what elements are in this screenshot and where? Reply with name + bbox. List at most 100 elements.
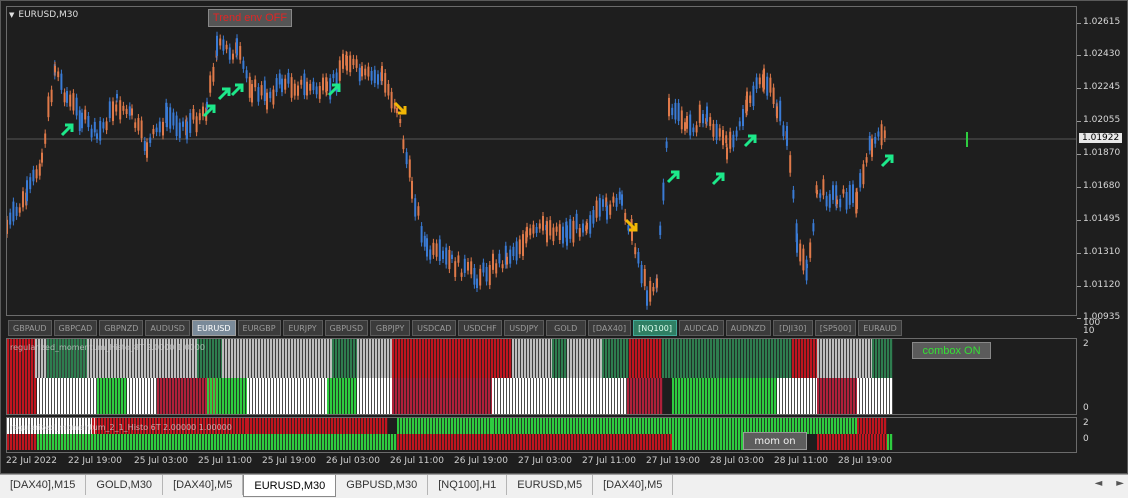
histogram-bar [696, 378, 699, 414]
histogram-bar [609, 378, 612, 414]
symbol-button-gold[interactable]: GOLD [545, 320, 586, 336]
histogram-bar [442, 434, 445, 450]
histogram-bar [564, 418, 567, 434]
histogram-bar [543, 378, 546, 414]
symbol-button-gbpaud[interactable]: GBPAUD [8, 320, 52, 336]
histogram-bar [838, 339, 841, 378]
histogram-bar [810, 378, 813, 414]
histogram-bar [820, 339, 823, 378]
indicator-pane-2[interactable]: regularized_momentum_2_1_Histo 6T 2.0000… [6, 417, 1077, 453]
candle-body [729, 131, 732, 149]
candle-body [566, 225, 568, 246]
histogram-bar [513, 378, 516, 414]
scroll-right-icon[interactable]: ► [1116, 478, 1124, 489]
symbol-button-usdjpy[interactable]: USDJPY [503, 320, 544, 336]
histogram-bar [618, 418, 621, 434]
histogram-bar [729, 434, 732, 450]
indicator-pane-1[interactable]: regularized_momentum_Histo_8T 2.0000 1.0… [6, 338, 1077, 415]
combox-toggle-button[interactable]: combox ON [912, 342, 991, 359]
time-label: 26 Jul 19:00 [454, 456, 508, 466]
histogram-bar [672, 434, 675, 450]
histogram-bar [652, 434, 655, 450]
candle-body [615, 197, 618, 207]
candle-body [66, 90, 68, 103]
symbol-button-sp500[interactable]: [SP500] [814, 320, 857, 336]
histogram-bar [372, 378, 375, 414]
histogram-bar [124, 434, 127, 450]
histogram-bar [391, 434, 394, 450]
symbol-button-euraud[interactable]: EURAUD [858, 320, 902, 336]
histogram-bar [103, 434, 106, 450]
up-arrow-icon [880, 154, 894, 168]
histogram-bar [401, 378, 404, 414]
chart-tab[interactable]: EURUSD,M30 [243, 475, 337, 497]
price-label: 1.02055 [1083, 115, 1121, 125]
histogram-bar [582, 418, 585, 434]
symbol-button-eurgbp[interactable]: EURGBP [237, 320, 281, 336]
chart-tab[interactable]: [DAX40],M5 [593, 475, 674, 495]
candle-body [656, 278, 658, 288]
histogram-bar [591, 378, 594, 414]
symbol-button-audcad[interactable]: AUDCAD [678, 320, 724, 336]
histogram-bar [738, 418, 741, 434]
histogram-bar [644, 339, 647, 378]
histogram-bar [695, 339, 698, 378]
histogram-bar [625, 434, 628, 450]
symbol-button-eurjpy[interactable]: EURJPY [282, 320, 323, 336]
symbol-button-audnzd[interactable]: AUDNZD [725, 320, 771, 336]
histogram-bar [617, 339, 620, 378]
histogram-bar [190, 378, 193, 414]
histogram-bar [866, 418, 869, 434]
symbol-button-nq100[interactable]: [NQ100] [633, 320, 677, 336]
histogram-bar [603, 418, 606, 434]
histogram-bar [277, 418, 280, 434]
price-pane[interactable]: ▼ EURUSD,M30 Trend env OFF [6, 6, 1077, 316]
symbol-button-dji30[interactable]: [DJI30] [772, 320, 813, 336]
symbol-button-dax40[interactable]: [DAX40] [587, 320, 632, 336]
symbol-button-usdchf[interactable]: USDCHF [458, 320, 502, 336]
mom-toggle-button[interactable]: mom on [743, 432, 807, 450]
symbol-button-gbpcad[interactable]: GBPCAD [53, 320, 98, 336]
histogram-bar [43, 378, 46, 414]
price-label: 1.01120 [1083, 280, 1121, 290]
histogram-bar [312, 339, 315, 378]
chart-tab[interactable]: GOLD,M30 [86, 475, 164, 495]
histogram-bar [792, 339, 795, 378]
histogram-bar [106, 434, 109, 450]
histogram-bar [430, 418, 433, 434]
symbol-button-usdcad[interactable]: USDCAD [412, 320, 457, 336]
histogram-bar [844, 434, 847, 450]
symbol-button-gbpusd[interactable]: GBPUSD [324, 320, 369, 336]
histogram-bar [341, 339, 344, 378]
histogram-bar [759, 378, 762, 414]
histogram-bar [529, 434, 532, 450]
histogram-bar [813, 418, 816, 434]
symbol-button-gbpnzd[interactable]: GBPNZD [99, 320, 144, 336]
chart-tab[interactable]: [DAX40],M5 [163, 475, 244, 495]
scroll-left-icon[interactable]: ◄ [1095, 478, 1103, 489]
histogram-bar [259, 418, 262, 434]
chart-tab[interactable]: GBPUSD,M30 [336, 475, 429, 495]
symbol-button-eurusd[interactable]: EURUSD [191, 320, 236, 336]
histogram-bar [133, 378, 136, 414]
histogram-bar [274, 434, 277, 450]
candle-body [680, 110, 683, 130]
histogram-bar [878, 378, 881, 414]
candle-body [18, 207, 21, 213]
candle-body [828, 194, 831, 208]
candle-body [96, 133, 98, 139]
histogram-bar [322, 434, 325, 450]
histogram-bar [492, 418, 495, 434]
symbol-button-gbpjpy[interactable]: GBPJPY [370, 320, 411, 336]
chart-tab[interactable]: [NQ100],H1 [428, 475, 508, 495]
candle-body [722, 130, 724, 146]
histogram-bar [502, 434, 505, 450]
histogram-bar [370, 434, 373, 450]
symbol-button-audusd[interactable]: AUDUSD [145, 320, 190, 336]
histogram-bar [178, 434, 181, 450]
histogram-bar [484, 418, 487, 434]
price-label: 1.02245 [1083, 82, 1121, 92]
chart-tab[interactable]: EURUSD,M5 [507, 475, 594, 495]
chart-tab[interactable]: [DAX40],M15 [0, 475, 87, 495]
candlestick-chart [7, 31, 1076, 310]
